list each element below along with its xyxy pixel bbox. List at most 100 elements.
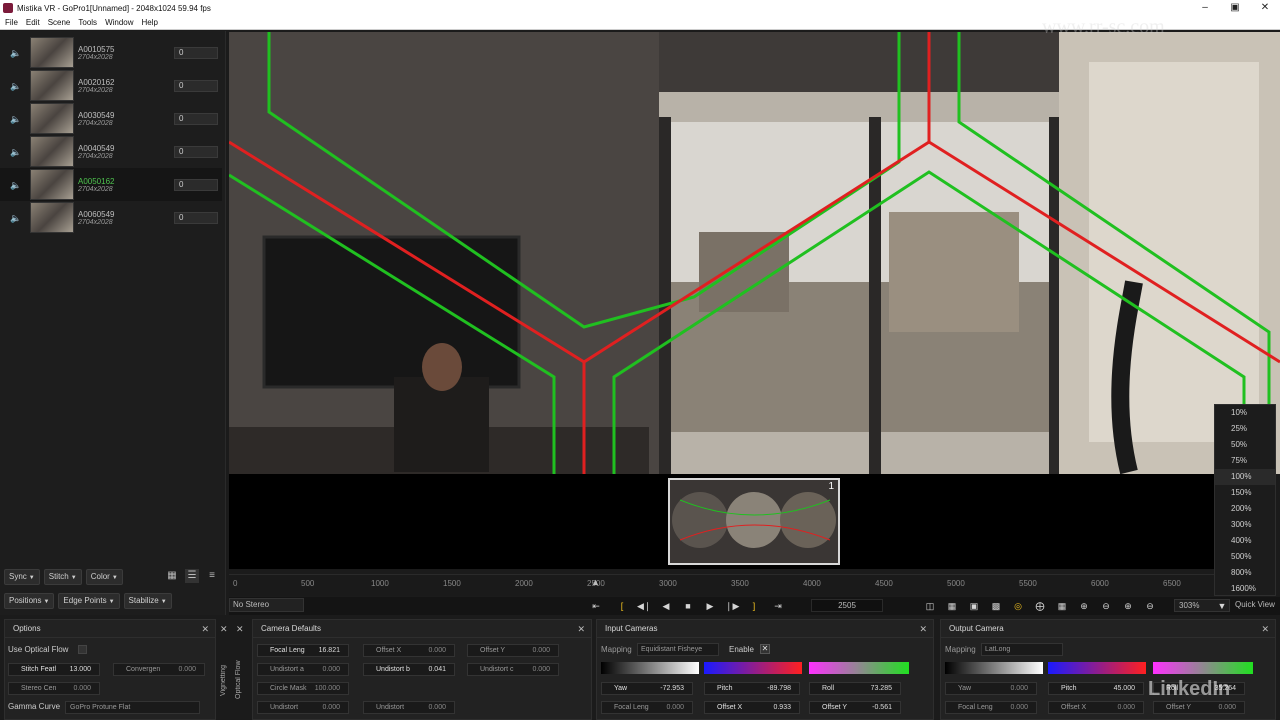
stitch-dropdown[interactable]: Stitch ▼ — [43, 569, 82, 585]
undistort-e-field[interactable]: Undistort 0.000 — [363, 701, 455, 714]
brightness-slider[interactable] — [601, 662, 699, 674]
blue-red-slider[interactable] — [704, 662, 802, 674]
magenta-green-slider[interactable] — [809, 662, 909, 674]
undistort-d-field[interactable]: Undistort 0.000 — [257, 701, 349, 714]
mapping-select[interactable]: LatLong — [981, 643, 1063, 656]
menu-window[interactable]: Window — [100, 18, 136, 27]
go-start-icon[interactable]: ⇤ — [589, 599, 603, 613]
clip-thumbnail[interactable] — [30, 136, 74, 167]
zoom-option[interactable]: 50% — [1215, 437, 1275, 453]
magenta-green-slider[interactable] — [1153, 662, 1253, 674]
focal-length-field[interactable]: Focal Leng 0.000 — [601, 701, 693, 714]
clip-offset-field[interactable]: 0 — [174, 112, 218, 125]
safe-area-icon[interactable]: ◫ — [923, 599, 937, 613]
quick-view-label[interactable]: Quick View — [1235, 600, 1275, 609]
blue-red-slider[interactable] — [1048, 662, 1146, 674]
vr-headset-icon[interactable]: ▩ — [989, 599, 1003, 613]
convergence-field[interactable]: Convergen 0.000 — [113, 663, 205, 676]
close-icon[interactable]: ✕ — [1250, 0, 1280, 16]
clip-row[interactable]: 🔈 A0060549 2704x2028 0 — [0, 201, 222, 234]
list-view-icon[interactable]: ☰ — [185, 569, 199, 583]
speaker-icon[interactable]: 🔈 — [10, 147, 22, 157]
menu-scene[interactable]: Scene — [43, 18, 74, 27]
zoom-option[interactable]: 800% — [1215, 565, 1275, 581]
next-frame-icon[interactable]: ❘▶ — [725, 599, 739, 613]
stop-icon[interactable]: ■ — [681, 599, 695, 613]
mapping-select[interactable]: Equidistant Fisheye — [637, 643, 719, 656]
play-icon[interactable]: ▶ — [703, 599, 717, 613]
undistort-b-field[interactable]: Undistort b 0.041 — [363, 663, 455, 676]
close-icon[interactable]: ✕ — [201, 620, 209, 638]
zoom-option[interactable]: 100% — [1215, 469, 1275, 485]
clip-row[interactable]: 🔈 A0010575 2704x2028 0 — [0, 36, 222, 69]
zoom-option[interactable]: 200% — [1215, 501, 1275, 517]
zoom-option[interactable]: 75% — [1215, 453, 1275, 469]
speaker-icon[interactable]: 🔈 — [10, 180, 22, 190]
grid-icon[interactable]: ▦ — [945, 599, 959, 613]
offset-x-field[interactable]: Offset X 0.000 — [363, 644, 455, 657]
focal-length-field[interactable]: Focal Leng 0.000 — [945, 701, 1037, 714]
minimize-icon[interactable]: – — [1190, 0, 1220, 16]
close-icon[interactable]: ✕ — [577, 620, 585, 638]
stabilize-dropdown[interactable]: Stabilize ▼ — [123, 593, 172, 609]
sync-dropdown[interactable]: Sync ▼ — [4, 569, 40, 585]
zoom-in-icon[interactable]: ⊕ — [1077, 599, 1091, 613]
go-end-icon[interactable]: ⇥ — [771, 599, 785, 613]
stereo-dropdown[interactable]: No Stereo — [229, 598, 304, 612]
undistort-c-field[interactable]: Undistort c 0.000 — [467, 663, 559, 676]
pitch-field[interactable]: Pitch -89.798 — [704, 682, 800, 695]
clip-thumbnail[interactable] — [30, 202, 74, 233]
offset-x-field[interactable]: Offset X 0.933 — [704, 701, 800, 714]
roll-field[interactable]: Roll 73.285 — [809, 682, 901, 695]
clip-offset-field[interactable]: 0 — [174, 145, 218, 158]
clip-row[interactable]: 🔈 A0020162 2704x2028 0 — [0, 69, 222, 102]
stereo-center-field[interactable]: Stereo Cen 0.000 — [8, 682, 100, 695]
menu-edit[interactable]: Edit — [21, 18, 43, 27]
offset-y-field[interactable]: Offset Y 0.000 — [467, 644, 559, 657]
offset-y-field[interactable]: Offset Y -0.561 — [809, 701, 901, 714]
zoom-option[interactable]: 500% — [1215, 549, 1275, 565]
center-icon[interactable]: ⨁ — [1033, 599, 1047, 613]
menu-file[interactable]: File — [0, 18, 21, 27]
zoom-option[interactable]: 150% — [1215, 485, 1275, 501]
zoom-option[interactable]: 300% — [1215, 517, 1275, 533]
circle-mask-field[interactable]: Circle Mask 100.000 — [257, 682, 349, 695]
close-icon[interactable]: ✕ — [1261, 620, 1269, 638]
timeline-ruler[interactable]: 0 500 1000 1500 2000 2500 3000 3500 4000… — [229, 574, 1214, 596]
frame-counter[interactable]: 2505 — [811, 599, 883, 612]
yaw-field[interactable]: Yaw 0.000 — [945, 682, 1037, 695]
zoom-menu[interactable]: 10% 25% 50% 75% 100% 150% 200% 300% 400%… — [1214, 404, 1276, 596]
zoom-red-icon[interactable]: ⊕ — [1121, 599, 1135, 613]
clip-offset-field[interactable]: 0 — [174, 211, 218, 224]
vignetting-tab[interactable]: Vignetting — [220, 650, 234, 710]
use-optical-flow-checkbox[interactable] — [78, 645, 87, 654]
clip-offset-field[interactable]: 0 — [174, 46, 218, 59]
zoom-option[interactable]: 1600% — [1215, 581, 1275, 597]
menu-help[interactable]: Help — [137, 18, 161, 27]
zoom-out-icon[interactable]: ⊖ — [1099, 599, 1113, 613]
target-icon[interactable]: ◎ — [1011, 599, 1025, 613]
overlay-icon[interactable]: ▣ — [967, 599, 981, 613]
gamma-curve-select[interactable]: GoPro Protune Flat — [65, 701, 200, 714]
color-dropdown[interactable]: Color ▼ — [85, 569, 123, 585]
clip-thumbnail[interactable] — [30, 169, 74, 200]
prev-frame-icon[interactable]: ◀❘ — [637, 599, 651, 613]
speaker-icon[interactable]: 🔈 — [10, 48, 22, 58]
offset-y-field[interactable]: Offset Y 0.000 — [1153, 701, 1245, 714]
clip-offset-field[interactable]: 0 — [174, 79, 218, 92]
maximize-icon[interactable]: ▣ — [1220, 0, 1250, 16]
pitch-field[interactable]: Pitch 45.000 — [1048, 682, 1144, 695]
clip-thumbnail[interactable] — [30, 37, 74, 68]
focal-length-field[interactable]: Focal Leng 16.821 — [257, 644, 349, 657]
zoom-option[interactable]: 400% — [1215, 533, 1275, 549]
clip-offset-field[interactable]: 0 — [174, 178, 218, 191]
yaw-field[interactable]: Yaw -72.953 — [601, 682, 693, 695]
clip-thumbnail[interactable] — [30, 103, 74, 134]
mark-in-icon[interactable]: [ — [615, 599, 629, 613]
zoom-reset-icon[interactable]: ⊖ — [1143, 599, 1157, 613]
clip-row[interactable]: 🔈 A0030549 2704x2028 0 — [0, 102, 222, 135]
viewer-canvas[interactable] — [229, 32, 1280, 474]
edge-points-dropdown[interactable]: Edge Points ▼ — [58, 593, 120, 609]
menu-tools[interactable]: Tools — [73, 18, 100, 27]
optical-flow-tab[interactable]: Optical Flow — [235, 650, 249, 710]
